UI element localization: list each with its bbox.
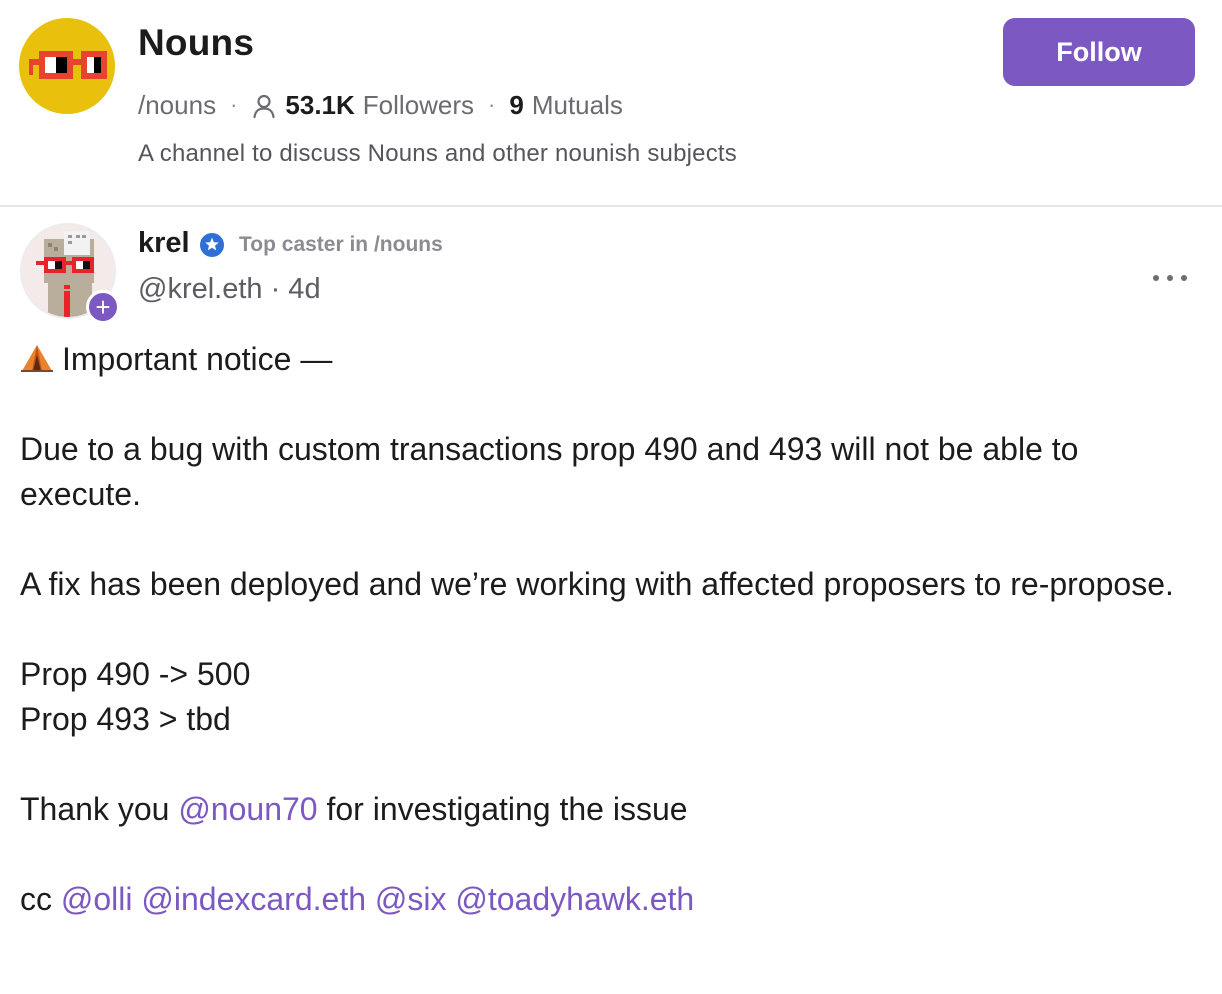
verified-badge-icon xyxy=(199,232,225,258)
mention-link[interactable]: @toadyhawk.eth xyxy=(455,881,694,917)
plus-icon[interactable]: + xyxy=(86,290,120,324)
notice-line: Important notice — xyxy=(20,337,1200,382)
paragraph-1: Due to a bug with custom transactions pr… xyxy=(20,431,1079,512)
paragraph-2: A fix has been deployed and we’re workin… xyxy=(20,566,1174,602)
channel-handle[interactable]: /nouns xyxy=(138,90,216,121)
mention-link[interactable]: @noun70 xyxy=(178,791,317,827)
channel-header: Nouns /nouns · 53.1K Followers · 9 Mutua… xyxy=(0,0,1222,207)
top-caster-badge: Top caster in /nouns xyxy=(239,233,443,256)
followers-count[interactable]: 53.1K xyxy=(285,90,354,121)
channel-description: A channel to discuss Nouns and other nou… xyxy=(138,140,737,167)
mention-link[interactable]: @six xyxy=(375,881,447,917)
thanks-line: Thank you @noun70 for investigating the … xyxy=(20,787,1200,832)
cc-line: cc @olli @indexcard.eth @six @toadyhawk.… xyxy=(20,877,1200,922)
followers-label[interactable]: Followers xyxy=(363,90,474,121)
tent-icon xyxy=(20,340,54,372)
more-options-icon[interactable] xyxy=(1150,264,1190,292)
mention-link[interactable]: @indexcard.eth xyxy=(141,881,366,917)
channel-meta: /nouns · 53.1K Followers · 9 Mutuals xyxy=(138,88,623,122)
mutuals-count[interactable]: 9 xyxy=(509,90,523,121)
nouns-glasses-icon[interactable] xyxy=(19,18,115,114)
prop-line-2: Prop 493 > tbd xyxy=(20,701,231,737)
prop-line-1: Prop 490 -> 500 xyxy=(20,656,251,692)
mutuals-label[interactable]: Mutuals xyxy=(532,90,623,121)
separator-dot: · xyxy=(230,92,238,117)
notice-title: Important notice — xyxy=(62,341,333,377)
mention-link[interactable]: @olli xyxy=(61,881,133,917)
channel-name: Nouns xyxy=(138,22,255,63)
author-handle[interactable]: @krel.eth · 4d xyxy=(138,273,321,306)
cast[interactable]: + krel Top caster in /nouns @krel.eth · … xyxy=(0,209,1222,994)
cast-body: Important notice — Due to a bug with cus… xyxy=(20,337,1200,922)
separator-dot: · xyxy=(488,92,496,117)
thanks-prefix: Thank you xyxy=(20,791,170,827)
cc-prefix: cc xyxy=(20,881,52,917)
author-name[interactable]: krel xyxy=(138,227,190,260)
follow-button[interactable]: Follow xyxy=(1003,18,1195,86)
thanks-suffix: for investigating the issue xyxy=(326,791,688,827)
person-icon xyxy=(251,93,277,119)
